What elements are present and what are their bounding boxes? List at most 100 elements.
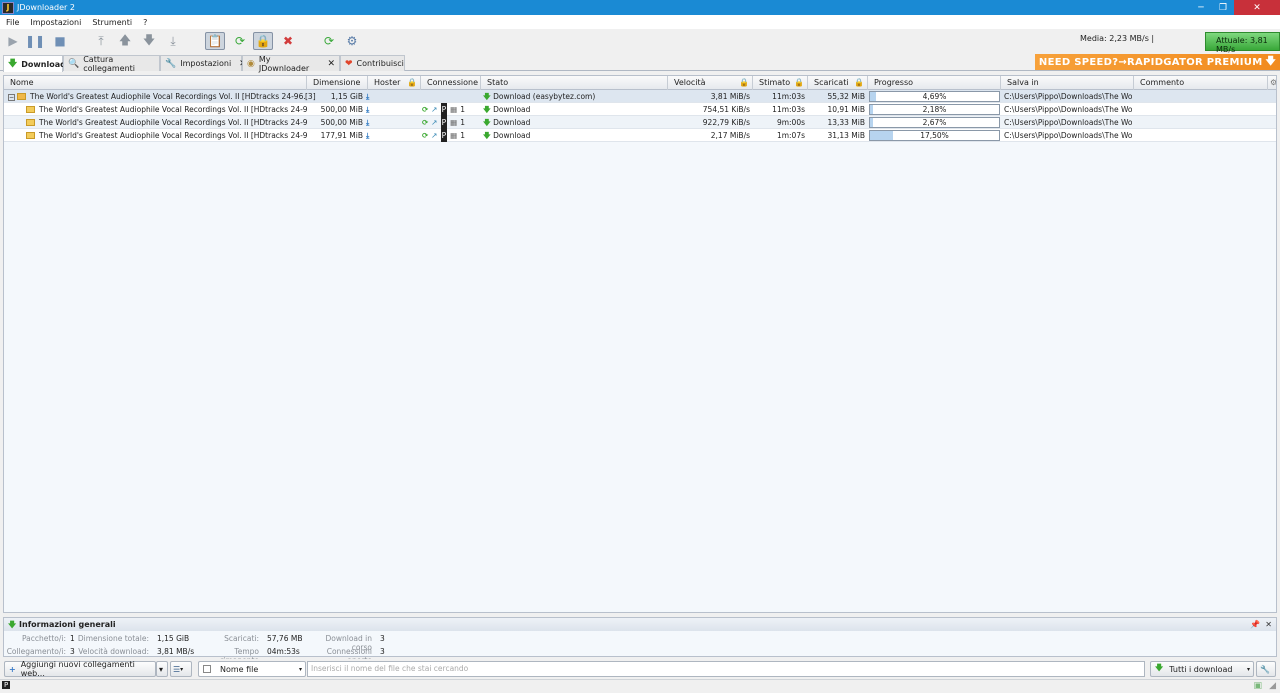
tab-myjdownloader[interactable]: ◉ My JDownloader ✕ bbox=[242, 55, 340, 73]
file-loaded: 10,91 MiB bbox=[827, 105, 865, 114]
menu-tools[interactable]: Strumenti bbox=[92, 18, 132, 27]
reconnect-icon[interactable]: ⟳ bbox=[230, 32, 250, 50]
update-icon[interactable]: ⟳ bbox=[319, 32, 339, 50]
remaining-time-value: 04m:53s bbox=[267, 647, 300, 656]
file-size: 177,91 MiB bbox=[320, 131, 363, 140]
move-down-icon[interactable]: 🡇 bbox=[139, 32, 159, 50]
myjd-icon: ◉ bbox=[247, 58, 255, 69]
download-table: Nome Dimensione Hoster 🔒 Connessione Stat… bbox=[3, 75, 1277, 613]
app-icon: J bbox=[2, 1, 14, 14]
add-links-dropdown[interactable]: ▾ bbox=[156, 661, 168, 677]
move-up-icon[interactable]: 🡅 bbox=[115, 32, 135, 50]
column-name[interactable]: Nome bbox=[4, 76, 307, 90]
file-speed: 2,17 MiB/s bbox=[710, 131, 750, 140]
file-row[interactable]: The World's Greatest Audiophile Vocal Re… bbox=[4, 116, 1276, 129]
chunks-icon: ▦ bbox=[450, 131, 458, 140]
file-progress-bar: 2,18% bbox=[869, 104, 1000, 115]
search-filter-select[interactable]: Nome file ▾ bbox=[198, 661, 306, 677]
package-folder-icon bbox=[17, 93, 26, 100]
download-arrow-icon: 🡇 bbox=[1265, 55, 1277, 67]
shutdown-icon[interactable]: ⚙ bbox=[342, 32, 362, 50]
column-loaded[interactable]: Scaricati 🔒 bbox=[808, 76, 868, 90]
column-hoster[interactable]: Hoster 🔒 bbox=[368, 76, 421, 90]
file-eta: 1m:07s bbox=[776, 131, 805, 140]
column-comment[interactable]: Commento bbox=[1134, 76, 1268, 90]
total-size-value: 1,15 GiB bbox=[157, 634, 190, 643]
download-arrow-icon: 🡇 bbox=[8, 59, 18, 69]
column-settings-icon[interactable]: ⚙ bbox=[1268, 76, 1276, 90]
loaded-label: Scaricati: bbox=[224, 634, 259, 643]
clear-list-icon[interactable]: ✖ bbox=[278, 32, 298, 50]
tab-contribute[interactable]: ❤ Contribuisci bbox=[340, 55, 405, 71]
pin-icon[interactable]: 📌 bbox=[1250, 618, 1260, 631]
tab-settings[interactable]: 🔧 Impostazioni ✕ bbox=[160, 55, 247, 71]
menu-file[interactable]: File bbox=[6, 18, 19, 27]
all-downloads-button[interactable]: 🡇 Tutti i download ▾ bbox=[1150, 661, 1254, 677]
quick-settings-button[interactable]: 🔧 bbox=[1256, 661, 1276, 677]
chevron-down-icon: ▾ bbox=[1246, 665, 1250, 673]
file-progress-bar: 17,50% bbox=[869, 130, 1000, 141]
clipboard-monitor-icon[interactable]: 📋 bbox=[205, 32, 225, 50]
pause-icon[interactable]: ❚❚ bbox=[25, 32, 45, 50]
minimize-button[interactable]: ─ bbox=[1190, 0, 1212, 15]
menu-bar: File Impostazioni Strumenti ? bbox=[0, 15, 1280, 29]
column-connection[interactable]: Connessione bbox=[421, 76, 481, 90]
tab-download[interactable]: 🡇 Download bbox=[3, 55, 66, 72]
maximize-button[interactable]: ❐ bbox=[1212, 0, 1234, 15]
connection-count: 1 bbox=[460, 105, 465, 114]
close-tab-icon[interactable]: ✕ bbox=[327, 59, 335, 69]
connection-count: 1 bbox=[460, 131, 465, 140]
file-size: 500,00 MiB bbox=[320, 118, 363, 127]
menu-help[interactable]: ? bbox=[143, 18, 147, 27]
status-bar: P ▣ ◢ bbox=[0, 679, 1280, 693]
collapse-icon[interactable]: − bbox=[8, 94, 15, 101]
chunks-icon: ▦ bbox=[450, 105, 458, 114]
file-status: Download bbox=[493, 131, 531, 140]
tab-linkgrabber[interactable]: 🔍 Cattura collegamenti bbox=[63, 55, 160, 73]
download-speed-value: 3,81 MB/s bbox=[157, 647, 195, 656]
total-size-label: Dimensione totale: bbox=[77, 634, 149, 643]
add-links-button[interactable]: + Aggiungi nuovi collegamenti web... bbox=[4, 660, 156, 678]
file-save-path: C:\Users\Pippo\Downloads\The Wo... bbox=[1004, 118, 1132, 127]
package-row[interactable]: − The World's Greatest Audiophile Vocal R… bbox=[4, 90, 1276, 103]
package-progress-bar: 4,69% bbox=[869, 91, 1000, 102]
close-button[interactable]: ✕ bbox=[1234, 0, 1280, 15]
file-speed: 754,51 KiB/s bbox=[702, 105, 750, 114]
column-speed[interactable]: Velocità 🔒 bbox=[668, 76, 753, 90]
download-status-icon: 🡇 bbox=[483, 92, 491, 101]
plugin-icon: P bbox=[440, 116, 448, 129]
file-name: The World's Greatest Audiophile Vocal Re… bbox=[39, 105, 307, 114]
move-bottom-icon[interactable]: ⤓ bbox=[163, 32, 183, 50]
plugin-status-icon: P bbox=[2, 681, 11, 689]
file-loaded: 31,13 MiB bbox=[827, 131, 865, 140]
menu-settings[interactable]: Impostazioni bbox=[30, 18, 81, 27]
list-settings-button[interactable]: ☰ ▾ bbox=[170, 661, 192, 677]
packages-label: Pacchetto/i: bbox=[21, 634, 66, 643]
file-status: Download bbox=[493, 118, 531, 127]
premium-banner[interactable]: NEED SPEED?→RAPIDGATOR PREMIUM 🡇 bbox=[1035, 54, 1280, 70]
move-top-icon[interactable]: ⤒ bbox=[91, 32, 111, 50]
column-progress[interactable]: Progresso bbox=[868, 76, 1001, 90]
running-downloads-value: 3 bbox=[380, 634, 385, 643]
direct-connection-icon: ↗ bbox=[431, 131, 438, 140]
column-size[interactable]: Dimensione bbox=[307, 76, 368, 90]
stop-icon[interactable]: ■ bbox=[50, 32, 70, 50]
wrench-icon: 🔧 bbox=[165, 58, 177, 69]
start-icon[interactable]: ▶ bbox=[3, 32, 23, 50]
file-name: The World's Greatest Audiophile Vocal Re… bbox=[39, 131, 307, 140]
column-save-to[interactable]: Salva in bbox=[1001, 76, 1134, 90]
chunks-icon: ▦ bbox=[450, 118, 458, 127]
premium-icon[interactable]: 🔒 bbox=[253, 32, 273, 50]
window-title: JDownloader 2 bbox=[17, 3, 75, 12]
close-panel-icon[interactable]: ✕ bbox=[1265, 618, 1272, 631]
column-eta[interactable]: Stimato 🔒 bbox=[753, 76, 808, 90]
file-eta: 9m:00s bbox=[776, 118, 805, 127]
search-input[interactable]: Inserisci il nome del file che stai cerc… bbox=[307, 661, 1145, 677]
table-header: Nome Dimensione Hoster 🔒 Connessione Stat… bbox=[4, 76, 1276, 90]
file-row[interactable]: The World's Greatest Audiophile Vocal Re… bbox=[4, 103, 1276, 116]
file-row[interactable]: The World's Greatest Audiophile Vocal Re… bbox=[4, 129, 1276, 142]
column-status[interactable]: Stato bbox=[481, 76, 668, 90]
speed-graph-icon: ▣ bbox=[1253, 681, 1262, 691]
open-connections-value: 3 bbox=[380, 647, 385, 656]
file-icon bbox=[26, 132, 35, 139]
